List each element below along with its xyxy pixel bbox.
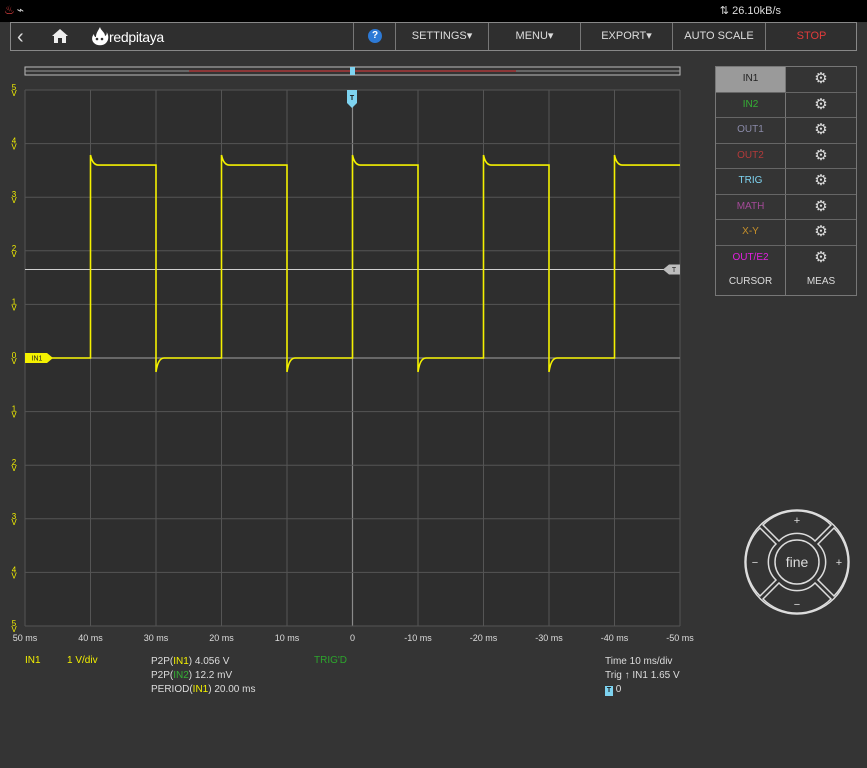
measurements: P2P(IN1) 4.056 V P2P(IN2) 12.2 mV PERIOD… — [151, 655, 255, 697]
x-tick-labels: 50 ms 40 ms 30 ms 20 ms 10 ms 0 -10 ms -20 ms -3… — [13, 633, 695, 643]
x-tick-label: 40 ms — [78, 633, 103, 643]
x-tick-label: -50 ms — [666, 633, 694, 643]
channel-row-trig: TRIG ⚙ — [716, 169, 856, 195]
gear-icon[interactable]: ⚙ — [786, 144, 856, 169]
auto-scale-button[interactable]: AUTO SCALE — [672, 23, 765, 50]
cursor-button[interactable]: CURSOR — [716, 270, 786, 295]
channel-button-x-y[interactable]: X-Y — [716, 220, 786, 245]
channel-readout: IN1 — [25, 655, 41, 666]
channel-button-out1[interactable]: OUT1 — [716, 118, 786, 143]
status-bar: ♨ ⌁ ⇅ 26.10kB/s — [0, 0, 867, 22]
x-tick-label: -40 ms — [601, 633, 629, 643]
gear-icon[interactable]: ⚙ — [786, 93, 856, 118]
gear-icon[interactable]: ⚙ — [786, 118, 856, 143]
time-readouts: Time 10 ms/div Trig ↑ IN1 1.65 V T 0 — [605, 655, 680, 697]
x-tick-label: 20 ms — [209, 633, 234, 643]
flame-icon: ♨ — [4, 3, 15, 17]
channel-row-out1: OUT1 ⚙ — [716, 118, 856, 144]
jog-up-label: + — [794, 515, 800, 527]
usb-icon: ⌁ — [16, 3, 24, 17]
channel-button-in1[interactable]: IN1 — [716, 67, 786, 92]
time-per-div: Time 10 ms/div — [605, 656, 673, 667]
trigger-setting: Trig ↑ IN1 1.65 V — [605, 670, 680, 681]
p2p-in1-measure: P2P(IN1) 4.056 V — [151, 656, 230, 667]
x-tick-label: 30 ms — [144, 633, 169, 643]
channel-row-math: MATH ⚙ — [716, 194, 856, 220]
channel-row-in1: IN1 ⚙ — [716, 67, 856, 93]
oscilloscope-plot: 5V4V3V2V1V0V1V2V3V4V5V 50 ms 40 ms 30 ms 20… — [0, 55, 700, 655]
panel-bottom-row: CURSOR MEAS — [716, 270, 856, 295]
y-tick-unit: V — [11, 250, 17, 259]
y-tick-unit: V — [11, 411, 17, 420]
trigger-offset-badge: T — [605, 686, 613, 696]
y-tick-unit: V — [11, 357, 17, 366]
channel-button-math[interactable]: MATH — [716, 194, 786, 219]
y-tick-labels: 5V4V3V2V1V0V1V2V3V4V5V — [11, 83, 17, 634]
jog-down-label: − — [794, 599, 800, 611]
in1-channel-marker-label: IN1 — [32, 356, 43, 363]
channel-button-trig[interactable]: TRIG — [716, 169, 786, 194]
channel-row-out2: OUT2 ⚙ — [716, 143, 856, 169]
scale-readout: 1 V/div — [67, 655, 98, 666]
y-tick-unit: V — [11, 303, 17, 312]
jog-right-label: + — [836, 557, 842, 569]
back-icon[interactable]: ‹ — [17, 26, 24, 49]
y-tick-unit: V — [11, 89, 17, 98]
plot-svg[interactable]: 5V4V3V2V1V0V1V2V3V4V5V 50 ms 40 ms 30 ms 20… — [0, 55, 700, 655]
period-in1-measure: PERIOD(IN1) 20.00 ms — [151, 684, 256, 695]
p2p-in2-measure: P2P(IN2) 12.2 mV — [151, 670, 233, 681]
x-tick-label: -10 ms — [404, 633, 432, 643]
trigger-offset: T 0 — [605, 684, 622, 696]
home-icon[interactable] — [51, 27, 69, 45]
x-tick-label: 50 ms — [13, 633, 38, 643]
gear-icon[interactable]: ⚙ — [786, 220, 856, 245]
help-button[interactable]: ? — [353, 23, 396, 50]
y-tick-unit: V — [11, 518, 17, 527]
y-tick-unit: V — [11, 464, 17, 473]
data-rate: ⇅ 26.10kB/s — [720, 4, 781, 17]
gear-icon[interactable]: ⚙ — [786, 246, 856, 271]
notification-icons: ♨ ⌁ — [4, 3, 24, 17]
data-rate-value: 26.10kB/s — [732, 5, 781, 17]
y-tick-unit: V — [11, 196, 17, 205]
trigger-level-marker-label: T — [672, 267, 677, 274]
jog-wheel: fine + − − + — [744, 509, 850, 615]
export-menu[interactable]: EXPORT▾ — [580, 23, 672, 50]
channel-row-out-e2: OUT/E2 ⚙ — [716, 245, 856, 271]
trig-state: TRIG'D — [314, 655, 348, 666]
channel-button-out2[interactable]: OUT2 — [716, 143, 786, 168]
top-toolbar: ‹ redpitaya ? SETTINGS▾ MENU▾ EXPORT▾ AU… — [10, 22, 857, 51]
x-tick-label: 10 ms — [275, 633, 300, 643]
settings-menu[interactable]: SETTINGS▾ — [395, 23, 488, 50]
logo-text: redpitaya — [109, 29, 164, 45]
x-tick-label: -30 ms — [535, 633, 563, 643]
y-tick-unit: V — [11, 571, 17, 580]
gear-icon[interactable]: ⚙ — [786, 169, 856, 194]
stop-button[interactable]: STOP — [765, 23, 857, 50]
menu-menu[interactable]: MENU▾ — [488, 23, 580, 50]
channel-button-out-e2[interactable]: OUT/E2 — [716, 245, 786, 270]
x-tick-label: 0 — [350, 633, 355, 643]
y-tick-unit: V — [11, 143, 17, 152]
x-tick-label: -20 ms — [470, 633, 498, 643]
channel-button-in2[interactable]: IN2 — [716, 92, 786, 117]
jog-center-label: fine — [786, 554, 809, 570]
help-icon: ? — [368, 29, 382, 43]
redpitaya-logo-icon — [92, 27, 109, 46]
meas-button[interactable]: MEAS — [786, 270, 856, 295]
channel-row-x-y: X-Y ⚙ — [716, 220, 856, 246]
signal-arrows-icon: ⇅ — [719, 5, 730, 17]
channel-row-in2: IN2 ⚙ — [716, 92, 856, 118]
channel-panel: IN1 ⚙ IN2 ⚙ OUT1 ⚙ OUT2 ⚙ TRIG ⚙ MATH ⚙ X-Y ⚙ OUT/E2 ⚙ … — [715, 66, 857, 296]
jog-left-label: − — [752, 557, 758, 569]
gear-icon[interactable]: ⚙ — [786, 67, 856, 92]
trigger-time-marker-label: T — [350, 95, 355, 102]
timeline-trigger-marker — [350, 67, 355, 75]
in1-channel-marker[interactable]: IN1 — [25, 353, 53, 363]
gear-icon[interactable]: ⚙ — [786, 195, 856, 220]
